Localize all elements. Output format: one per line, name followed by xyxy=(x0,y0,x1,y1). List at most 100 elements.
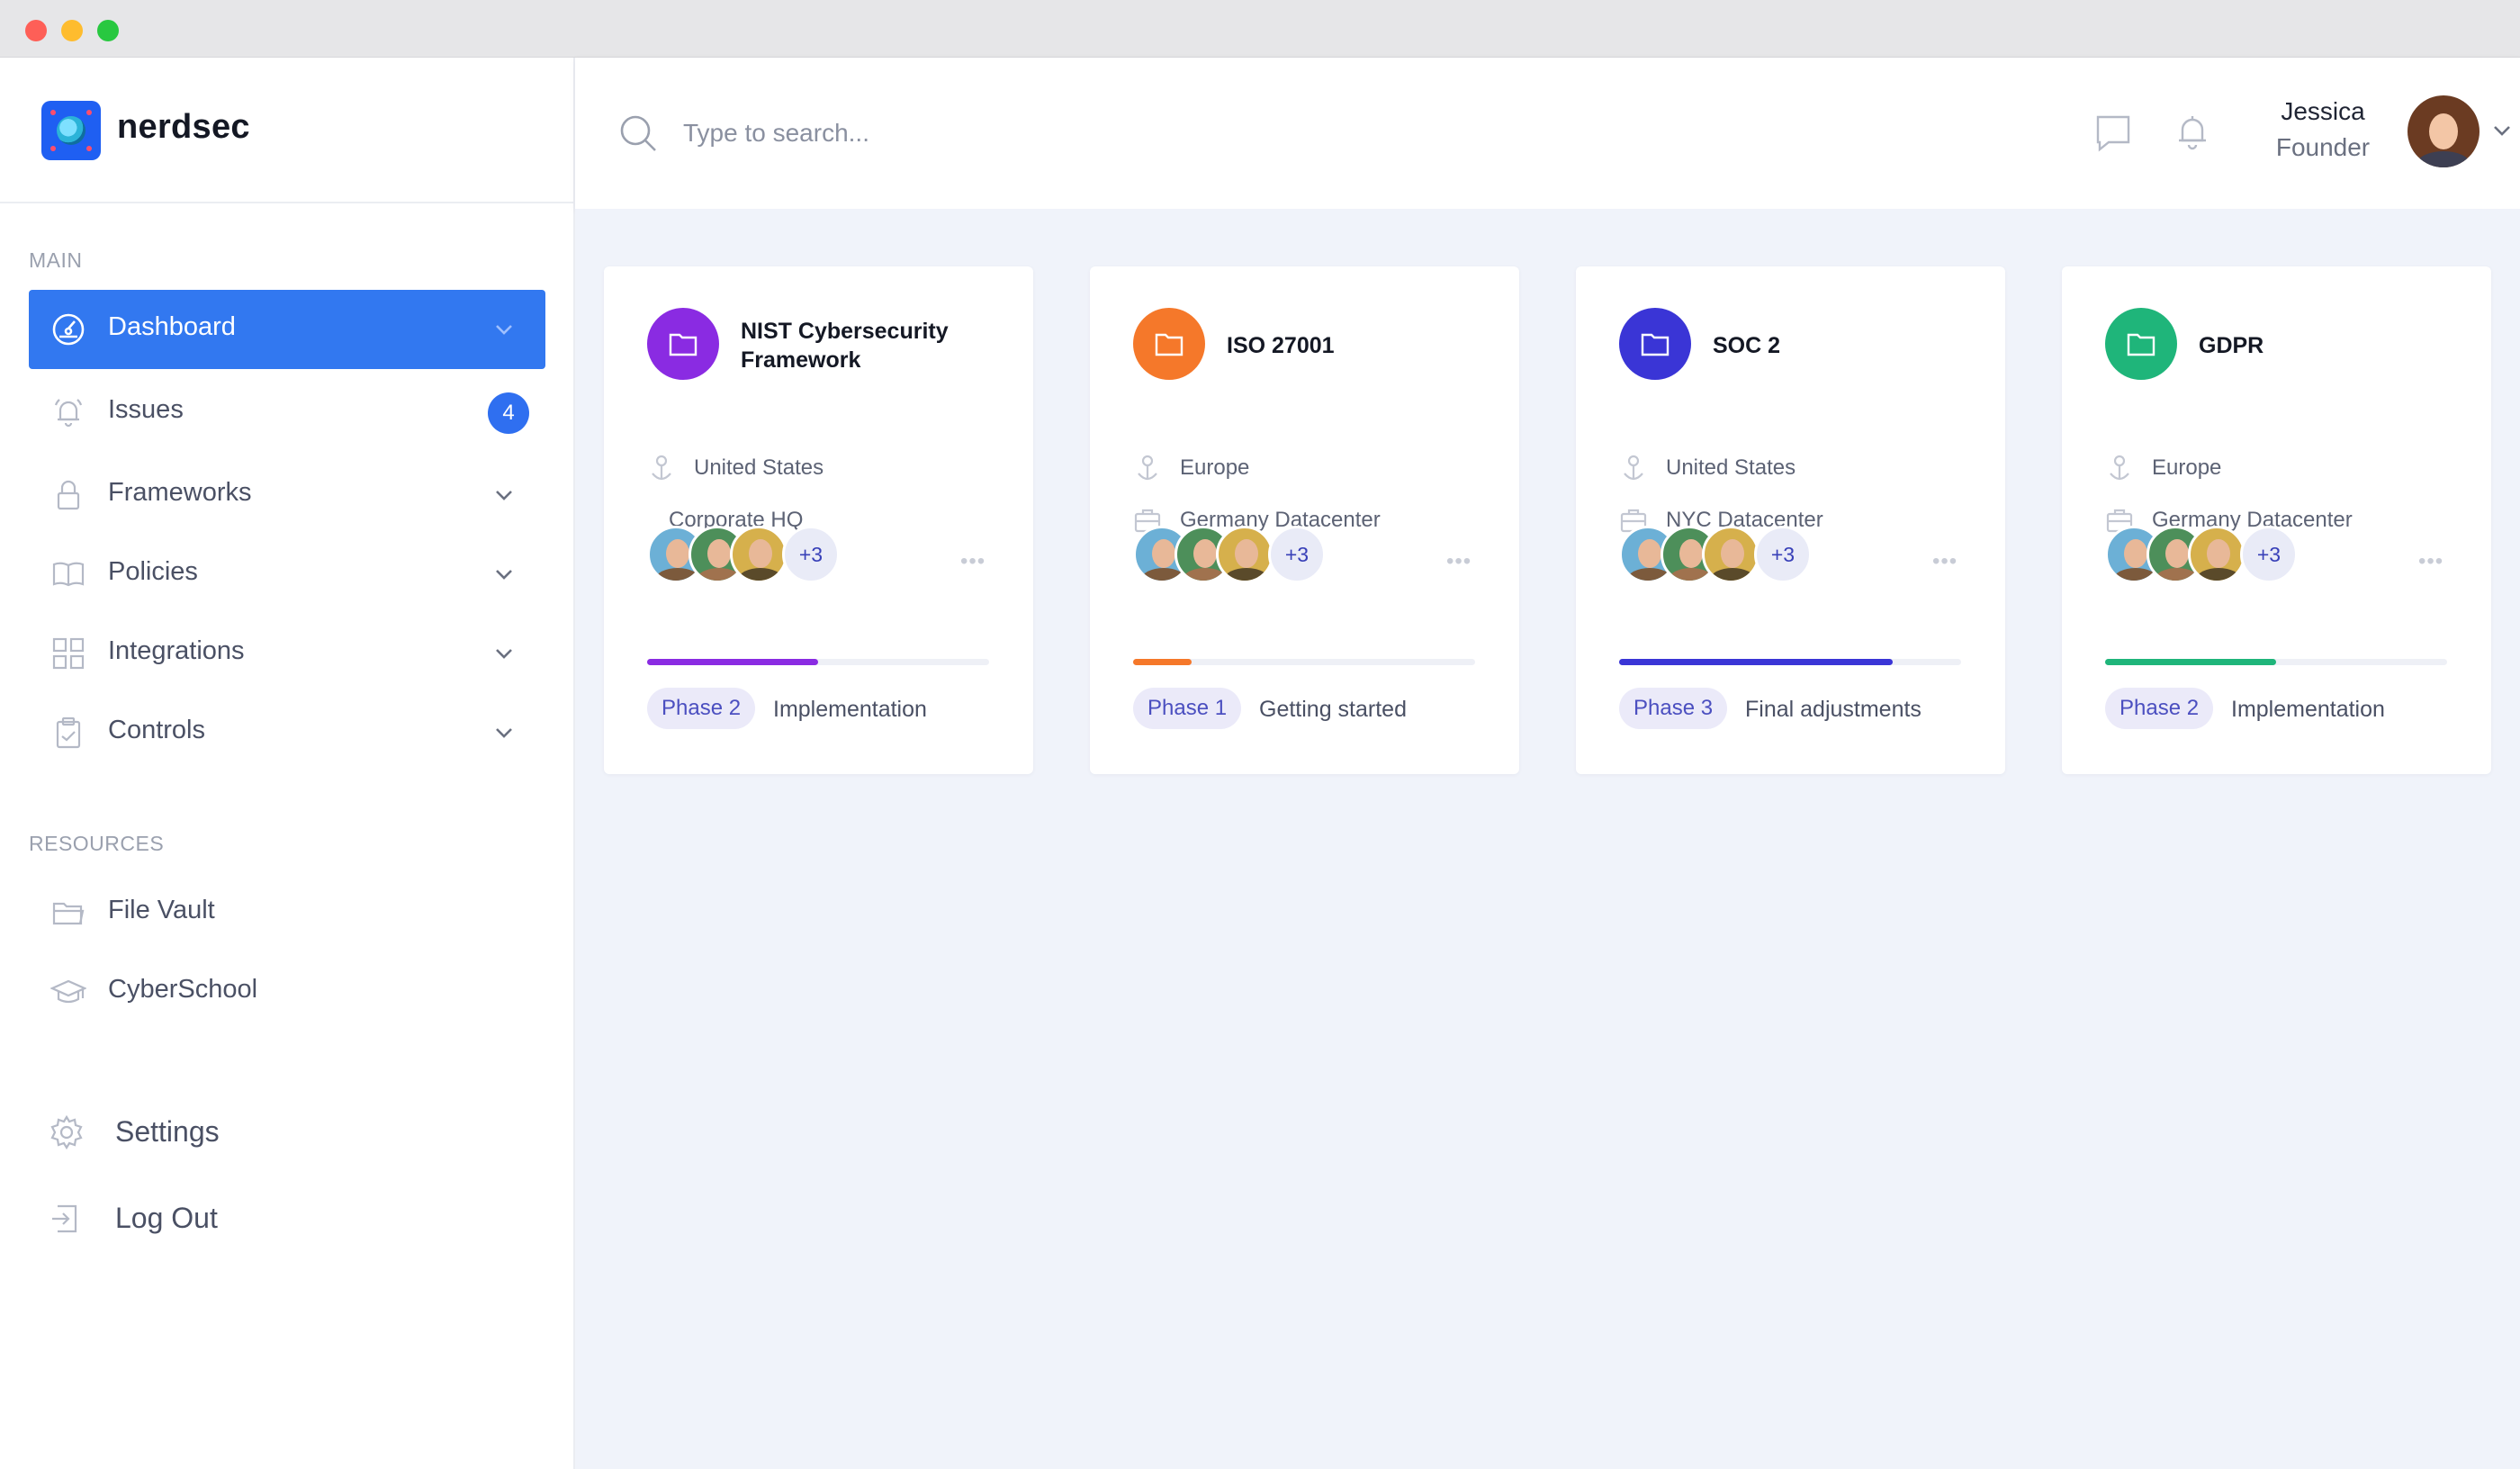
more-members-badge[interactable]: +3 xyxy=(1754,526,1812,583)
section-label-resources: RESOURCES xyxy=(29,832,165,855)
sidebar-item-label: CyberSchool xyxy=(108,975,258,1004)
chevron-down-icon[interactable] xyxy=(490,639,518,668)
chevron-down-icon[interactable] xyxy=(2488,117,2516,144)
location-pin-icon xyxy=(652,455,671,481)
search-input[interactable] xyxy=(683,110,1493,157)
bell-icon xyxy=(54,399,83,428)
framework-card[interactable]: ISO 27001 Europe Germany Datacenter +3 •… xyxy=(1090,266,1519,774)
sidebar-item-log-out[interactable]: Log Out xyxy=(29,1179,545,1258)
framework-card[interactable]: GDPR Europe Germany Datacenter +3 ••• Ph… xyxy=(2062,266,2491,774)
framework-title[interactable]: NIST Cybersecurity Framework xyxy=(741,317,1011,374)
stage-text: Final adjustments xyxy=(1745,697,1922,722)
main-content: NIST Cybersecurity Framework United Stat… xyxy=(575,209,2520,1469)
stage-text: Getting started xyxy=(1259,697,1407,722)
phase-badge: Phase 1 xyxy=(1133,688,1242,729)
phase-badge: Phase 3 xyxy=(1619,688,1728,729)
sidebar-item-label: Log Out xyxy=(115,1202,218,1234)
close-window-button[interactable] xyxy=(25,20,47,41)
location-pin-icon xyxy=(1138,455,1157,481)
framework-folder-icon xyxy=(1619,308,1691,380)
more-options-icon[interactable]: ••• xyxy=(2418,549,2444,574)
team-avatars[interactable]: +3 xyxy=(1133,526,1403,589)
progress-fill xyxy=(1133,659,1192,665)
section-label-main: MAIN xyxy=(29,248,83,272)
sidebar-item-cyberschool[interactable]: CyberSchool xyxy=(29,952,545,1032)
gear-icon xyxy=(50,1114,83,1150)
sidebar-item-label: Policies xyxy=(108,557,198,586)
avatar[interactable] xyxy=(2408,95,2480,167)
progress-bar xyxy=(1619,659,1961,665)
progress-bar xyxy=(1133,659,1475,665)
user-name: Jessica xyxy=(2281,97,2365,125)
graduation-cap-icon xyxy=(50,979,86,1004)
more-members-badge[interactable]: +3 xyxy=(2240,526,2298,583)
chevron-down-icon[interactable] xyxy=(490,481,518,509)
team-avatars[interactable]: +3 xyxy=(647,526,917,589)
lock-icon xyxy=(57,480,80,510)
framework-title[interactable]: GDPR xyxy=(2199,331,2469,360)
sidebar: nerdsec MAIN Dashboard Issues 4 Framewor… xyxy=(0,58,575,1469)
region-text: United States xyxy=(694,455,824,480)
stage-text: Implementation xyxy=(2231,697,2385,722)
sidebar-item-frameworks[interactable]: Frameworks xyxy=(29,455,545,535)
minimize-window-button[interactable] xyxy=(61,20,83,41)
dashboard-gauge-icon xyxy=(52,313,85,346)
top-bar: Jessica Founder xyxy=(575,58,2520,209)
framework-folder-icon xyxy=(647,308,719,380)
more-members-badge[interactable]: +3 xyxy=(782,526,840,583)
window-titlebar xyxy=(0,0,2520,58)
grid-icon xyxy=(52,637,85,670)
more-options-icon[interactable]: ••• xyxy=(1446,549,1472,574)
brand-header: nerdsec xyxy=(0,58,573,203)
progress-bar xyxy=(2105,659,2447,665)
sidebar-item-label: Controls xyxy=(108,716,205,744)
user-role: Founder xyxy=(2275,133,2371,161)
chevron-down-icon[interactable] xyxy=(490,315,518,344)
notification-bell-icon[interactable] xyxy=(2172,112,2213,153)
progress-bar xyxy=(647,659,989,665)
stage-text: Implementation xyxy=(773,697,927,722)
team-avatars[interactable]: +3 xyxy=(1619,526,1889,589)
framework-title[interactable]: SOC 2 xyxy=(1713,331,1983,360)
more-options-icon[interactable]: ••• xyxy=(960,549,986,574)
progress-fill xyxy=(647,659,818,665)
framework-card[interactable]: NIST Cybersecurity Framework United Stat… xyxy=(604,266,1033,774)
avatar xyxy=(2188,526,2246,583)
sidebar-item-dashboard[interactable]: Dashboard xyxy=(29,290,545,369)
location-pin-icon xyxy=(2110,455,2129,481)
more-options-icon[interactable]: ••• xyxy=(1932,549,1958,574)
sidebar-item-controls[interactable]: Controls xyxy=(29,693,545,772)
search-icon[interactable] xyxy=(618,113,658,153)
sidebar-item-label: Frameworks xyxy=(108,478,252,507)
message-icon[interactable] xyxy=(2092,112,2134,153)
framework-card[interactable]: SOC 2 United States NYC Datacenter +3 ••… xyxy=(1576,266,2005,774)
brand-name[interactable]: nerdsec xyxy=(117,108,250,147)
issues-count-badge: 4 xyxy=(488,392,529,434)
framework-folder-icon xyxy=(1133,308,1205,380)
logout-icon xyxy=(52,1204,77,1233)
progress-fill xyxy=(1619,659,1893,665)
chevron-down-icon[interactable] xyxy=(490,560,518,589)
folder-icon xyxy=(52,902,85,925)
sidebar-item-label: Dashboard xyxy=(108,312,236,341)
region-text: United States xyxy=(1666,455,1796,480)
sidebar-item-label: Issues xyxy=(108,395,184,424)
sidebar-item-file-vault[interactable]: File Vault xyxy=(29,873,545,952)
more-members-badge[interactable]: +3 xyxy=(1268,526,1326,583)
chevron-down-icon[interactable] xyxy=(490,718,518,747)
sidebar-item-integrations[interactable]: Integrations xyxy=(29,614,545,693)
sidebar-item-settings[interactable]: Settings xyxy=(29,1093,545,1172)
location-pin-icon xyxy=(1624,455,1643,481)
maximize-window-button[interactable] xyxy=(97,20,119,41)
nerdsec-logo-icon[interactable] xyxy=(41,101,101,160)
book-icon xyxy=(52,562,85,587)
clipboard-icon xyxy=(56,716,81,749)
sidebar-item-policies[interactable]: Policies xyxy=(29,535,545,614)
avatar xyxy=(1702,526,1760,583)
team-avatars[interactable]: +3 xyxy=(2105,526,2375,589)
sidebar-item-issues[interactable]: Issues 4 xyxy=(29,373,545,452)
progress-fill xyxy=(2105,659,2276,665)
framework-title[interactable]: ISO 27001 xyxy=(1227,331,1497,360)
phase-badge: Phase 2 xyxy=(2105,688,2214,729)
region-text: Europe xyxy=(1180,455,1250,480)
